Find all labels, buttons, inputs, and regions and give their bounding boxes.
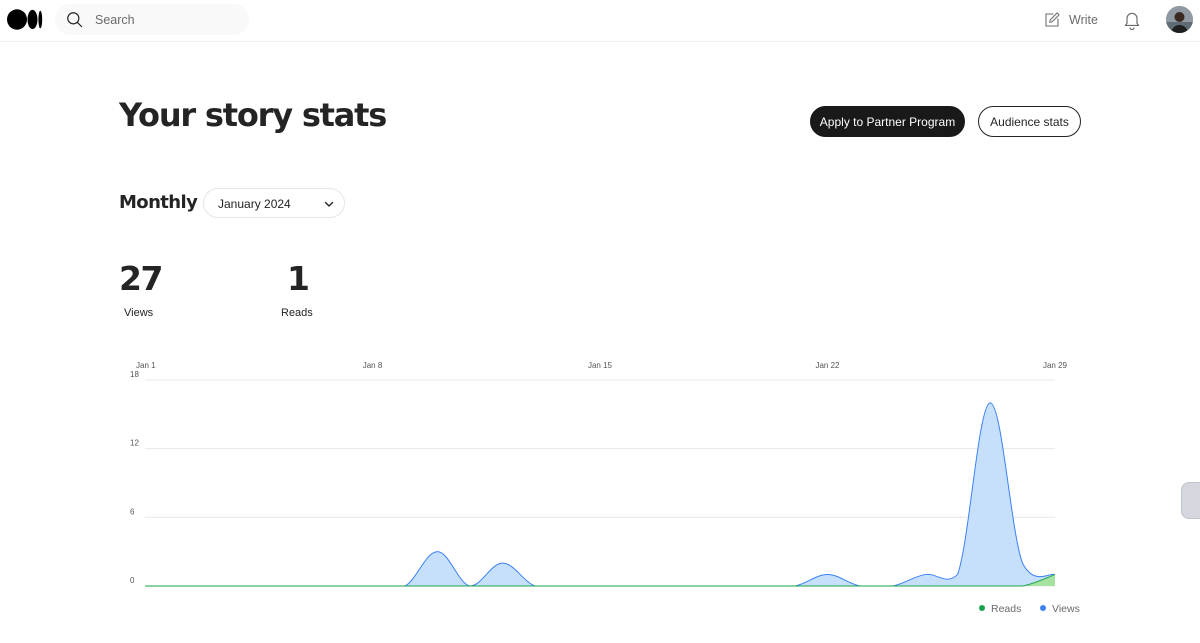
legend-dot-views [1040, 605, 1046, 611]
x-tick-label: Jan 1 [136, 361, 156, 370]
chart-svg: 0 6 12 18Jan 1 Jan 8 Jan 15 Jan 22 Jan 29 Reads V… [130, 361, 1080, 615]
user-avatar[interactable] [1166, 6, 1193, 33]
views-label: Views [124, 307, 154, 319]
x-tick-label: Jan 29 [1043, 361, 1068, 370]
y-tick-label: 18 [130, 370, 139, 379]
search-input[interactable] [93, 4, 243, 35]
y-tick-label: 12 [130, 439, 139, 448]
period-label: Monthly [119, 192, 198, 213]
x-tick-label: Jan 15 [588, 361, 613, 370]
search-icon [67, 12, 83, 28]
views-series-area [145, 402, 1055, 586]
floating-side-widget[interactable] [1181, 482, 1200, 519]
y-tick-label: 6 [130, 507, 135, 516]
apply-partner-program-button[interactable]: Apply to Partner Program [810, 106, 965, 137]
legend-dot-reads [979, 605, 985, 611]
audience-stats-button[interactable]: Audience stats [978, 106, 1081, 137]
notifications-bell-icon[interactable] [1122, 9, 1142, 31]
legend-label-views: Views [1052, 603, 1080, 615]
chevron-down-icon [324, 201, 334, 207]
month-dropdown[interactable]: January 2024 [203, 188, 345, 218]
search-box[interactable] [55, 4, 249, 35]
page-title: Your story stats [119, 96, 387, 134]
reads-count: 1 [287, 259, 310, 298]
legend-label-reads: Reads [991, 603, 1021, 615]
x-tick-label: Jan 8 [363, 361, 383, 370]
write-button[interactable]: Write [1043, 9, 1098, 31]
write-label: Write [1069, 13, 1098, 27]
y-tick-label: 0 [130, 576, 135, 585]
views-series-line [145, 402, 1056, 587]
x-tick-label: Jan 22 [815, 361, 840, 370]
avatar-image [1166, 6, 1193, 33]
medium-logo[interactable] [7, 9, 43, 30]
reads-label: Reads [281, 307, 313, 319]
views-count: 27 [119, 259, 163, 298]
stats-chart: 0 6 12 18 Jan 1 Jan 8 Jan 15 Jan 22 Jan 29 Reads V… [110, 355, 1090, 625]
month-dropdown-value: January 2024 [218, 197, 291, 211]
top-nav: Write [0, 0, 1200, 42]
write-icon [1045, 12, 1060, 27]
